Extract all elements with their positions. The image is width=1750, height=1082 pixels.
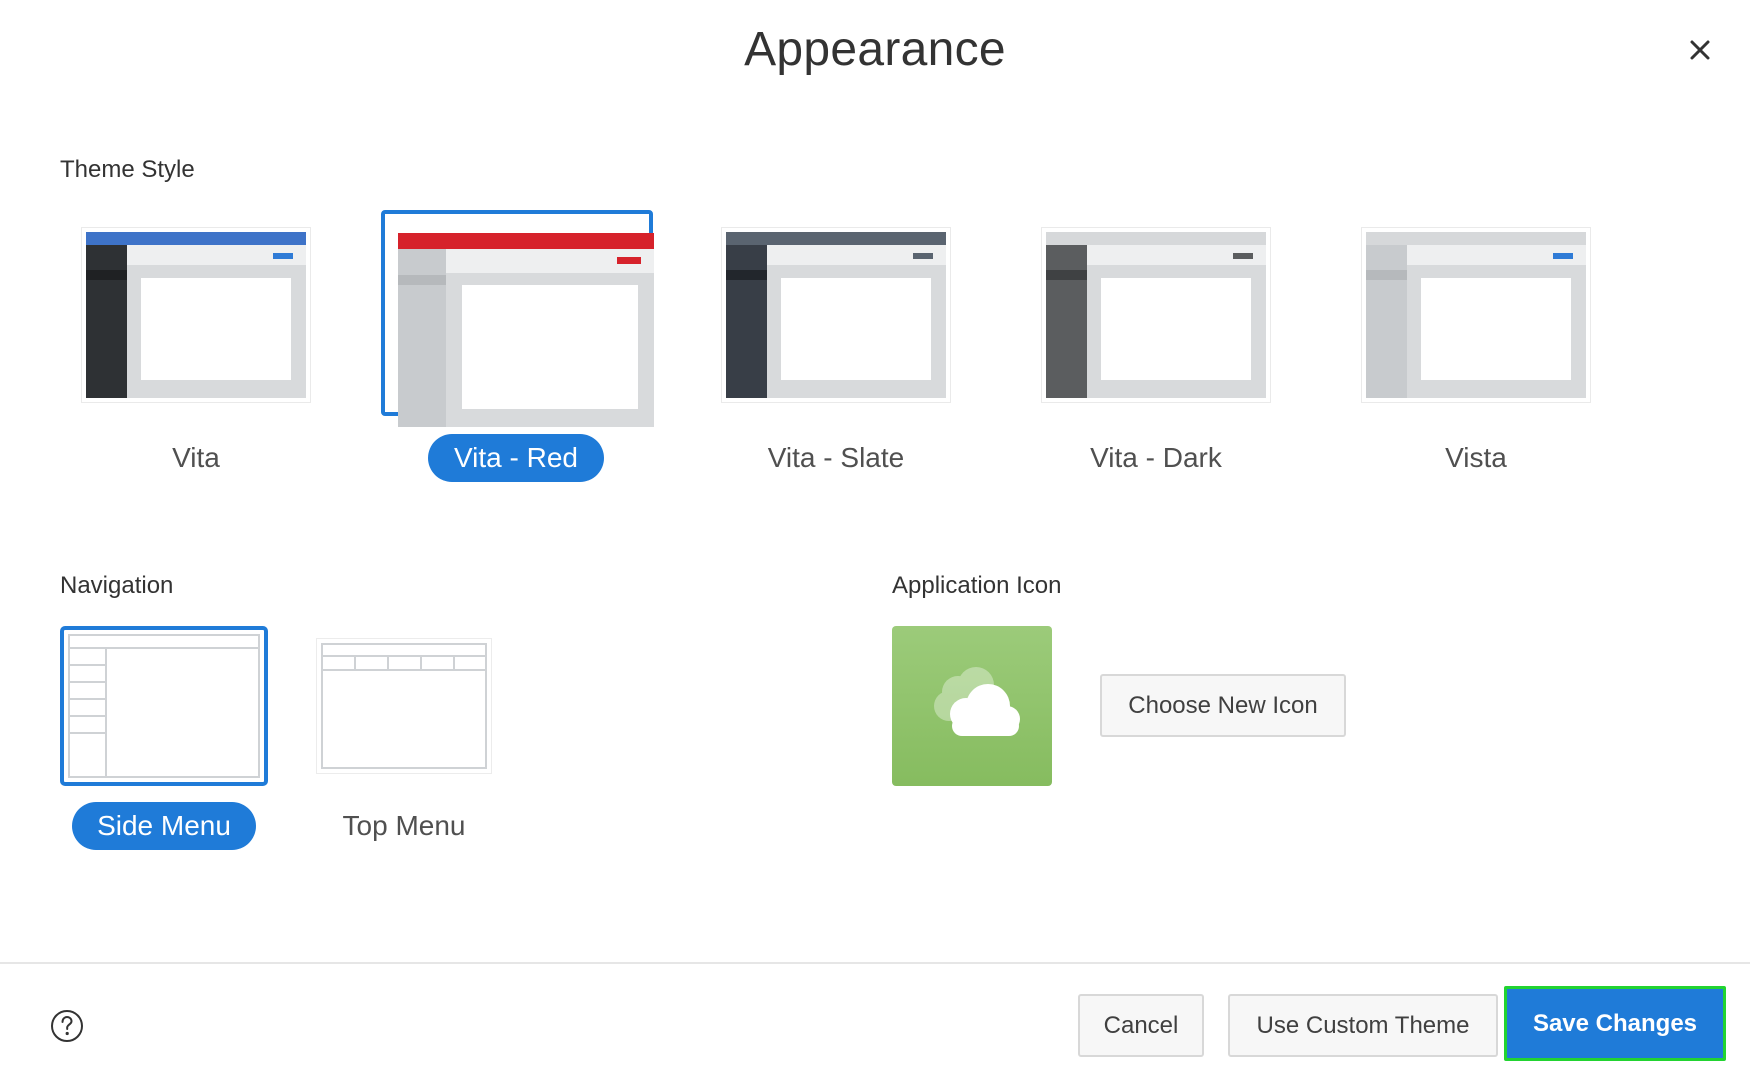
dialog-title: Appearance [744, 23, 1006, 76]
theme-vita-preview [86, 232, 306, 398]
top-menu-preview [316, 638, 492, 774]
nav-top-menu-label[interactable]: Top Menu [324, 802, 484, 850]
footer-divider [0, 962, 1750, 964]
theme-vita-dark[interactable] [1041, 227, 1271, 403]
save-changes-button[interactable]: Save Changes [1504, 986, 1726, 1061]
theme-vita-slate-preview [726, 232, 946, 398]
theme-vita[interactable] [81, 227, 311, 403]
theme-vita-label[interactable]: Vita [141, 434, 251, 482]
nav-side-menu[interactable] [60, 626, 268, 791]
cancel-button[interactable]: Cancel [1078, 994, 1204, 1057]
choose-new-icon-button[interactable]: Choose New Icon [1100, 674, 1346, 737]
theme-vita-dark-label[interactable]: Vita - Dark [1066, 434, 1246, 482]
theme-vita-red-label[interactable]: Vita - Red [428, 434, 604, 482]
close-button[interactable] [1680, 30, 1720, 70]
navigation-label: Navigation [60, 572, 174, 599]
theme-style-label: Theme Style [60, 156, 195, 183]
nav-top-menu[interactable] [316, 638, 492, 779]
theme-vita-red[interactable] [381, 210, 654, 427]
theme-vista-label[interactable]: Vista [1411, 434, 1541, 482]
application-icon-preview [892, 626, 1052, 786]
theme-vita-slate[interactable] [721, 227, 951, 403]
theme-vita-dark-preview [1046, 232, 1266, 398]
theme-vista-preview [1366, 232, 1586, 398]
use-custom-theme-button[interactable]: Use Custom Theme [1228, 994, 1498, 1057]
theme-vita-slate-label[interactable]: Vita - Slate [750, 434, 922, 482]
help-button[interactable] [50, 1009, 84, 1043]
help-icon [51, 1010, 83, 1042]
theme-vista[interactable] [1361, 227, 1591, 403]
application-icon-label: Application Icon [892, 572, 1062, 599]
cloud-icon [934, 667, 1020, 736]
nav-side-menu-label[interactable]: Side Menu [72, 802, 256, 850]
side-menu-preview [60, 626, 268, 786]
close-icon [1690, 40, 1710, 60]
theme-vita-red-preview [398, 233, 654, 427]
